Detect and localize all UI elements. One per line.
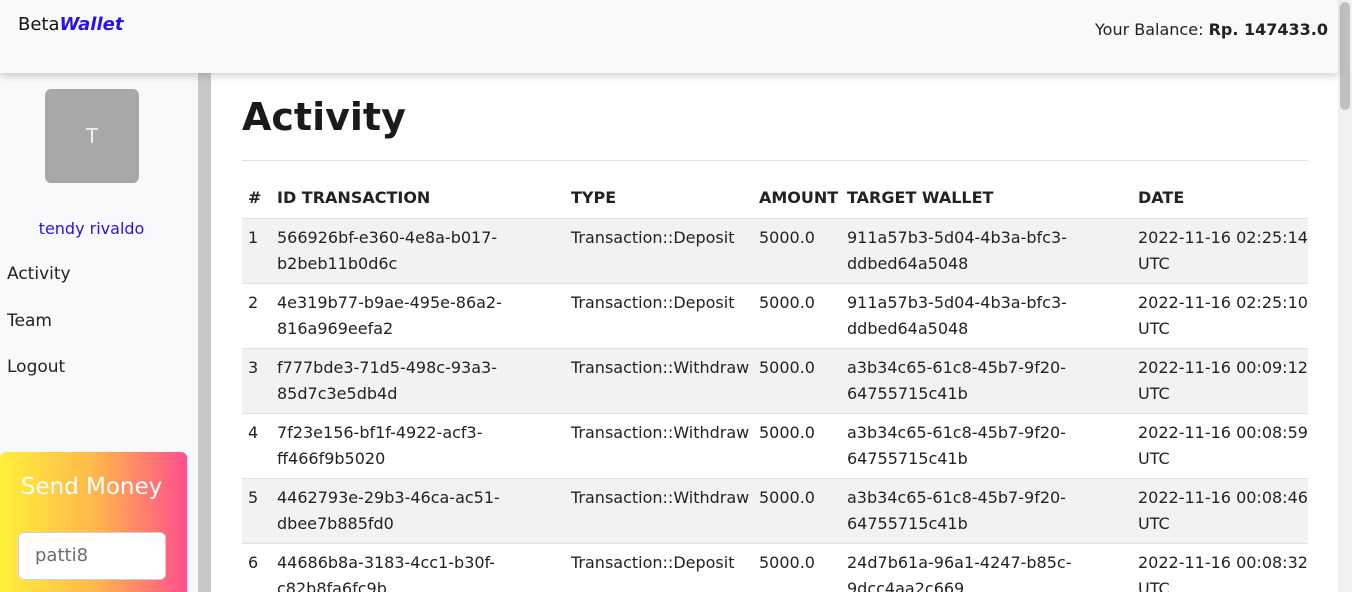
column-header-type: TYPE (565, 177, 753, 219)
table-row: 5 4462793e-29b3-46ca-ac51- dbee7b885fd0 T… (242, 478, 1308, 544)
table-row: 2 4e319b77-b9ae-495e-86a2- 816a969eefa2 T… (242, 283, 1308, 349)
transaction-id: 4462793e-29b3-46ca-ac51- dbee7b885fd0 (271, 478, 565, 544)
transaction-type: Transaction::Withdraw (565, 478, 753, 544)
row-number: 4 (242, 413, 271, 479)
column-header-target-wallet: TARGET WALLET (841, 177, 1132, 219)
avatar-initial: T (85, 124, 99, 148)
send-money-title: Send Money (20, 474, 163, 500)
target-wallet: a3b34c65-61c8-45b7-9f20- 64755715c41b (841, 413, 1132, 479)
send-money-input[interactable]: patti8 (18, 532, 166, 580)
brand-prefix: Beta (18, 14, 60, 35)
row-number: 3 (242, 348, 271, 414)
transaction-amount: 5000.0 (753, 413, 841, 479)
transaction-date: 2022-11-16 02:25:10 UTC (1132, 283, 1308, 349)
target-wallet: 911a57b3-5d04-4b3a-bfc3- ddbed64a5048 (841, 283, 1132, 349)
column-header-number: # (242, 177, 271, 219)
transaction-id: 566926bf-e360-4e8a-b017- b2beb11b0d6c (271, 218, 565, 284)
top-navbar: BetaWallet Your Balance: Rp. 147433.0 (0, 0, 1338, 73)
transaction-date: 2022-11-16 00:08:32 UTC (1132, 543, 1308, 592)
balance-value: Rp. 147433.0 (1208, 20, 1328, 39)
sidebar-item-activity[interactable]: Activity (7, 264, 71, 284)
transaction-type: Transaction::Deposit (565, 283, 753, 349)
transaction-amount: 5000.0 (753, 543, 841, 592)
column-header-date: DATE (1132, 177, 1308, 219)
transaction-type: Transaction::Deposit (565, 543, 753, 592)
transaction-amount: 5000.0 (753, 478, 841, 544)
column-header-id: ID TRANSACTION (271, 177, 565, 219)
transactions-table: # ID TRANSACTION TYPE AMOUNT TARGET WALL… (242, 177, 1308, 592)
transaction-date: 2022-11-16 00:08:46 UTC (1132, 478, 1308, 544)
transaction-id: 7f23e156-bf1f-4922-acf3- ff466f9b5020 (271, 413, 565, 479)
transaction-amount: 5000.0 (753, 218, 841, 284)
table-row: 1 566926bf-e360-4e8a-b017- b2beb11b0d6c T… (242, 218, 1308, 284)
target-wallet: a3b34c65-61c8-45b7-9f20- 64755715c41b (841, 348, 1132, 414)
transaction-date: 2022-11-16 00:09:12 UTC (1132, 348, 1308, 414)
balance-display: Your Balance: Rp. 147433.0 (1095, 20, 1328, 39)
transaction-type: Transaction::Withdraw (565, 413, 753, 479)
target-wallet: a3b34c65-61c8-45b7-9f20- 64755715c41b (841, 478, 1132, 544)
username-link[interactable]: tendy rivaldo (0, 219, 183, 238)
column-header-amount: AMOUNT (753, 177, 841, 219)
target-wallet: 911a57b3-5d04-4b3a-bfc3- ddbed64a5048 (841, 218, 1132, 284)
transaction-amount: 5000.0 (753, 283, 841, 349)
transaction-id: 4e319b77-b9ae-495e-86a2- 816a969eefa2 (271, 283, 565, 349)
brand-accent: Wallet (59, 14, 124, 35)
page-title: Activity (242, 95, 406, 139)
transaction-date: 2022-11-16 00:08:59 UTC (1132, 413, 1308, 479)
send-money-card: Send Money patti8 (0, 452, 187, 592)
transaction-id: 44686b8a-3183-4cc1-b30f-c82b8fa6fc9b (271, 543, 565, 592)
row-number: 5 (242, 478, 271, 544)
balance-label: Your Balance: (1095, 20, 1204, 39)
sidebar-item-logout[interactable]: Logout (7, 357, 65, 377)
table-row: 6 44686b8a-3183-4cc1-b30f-c82b8fa6fc9b T… (242, 543, 1308, 592)
transaction-id: f777bde3-71d5-498c-93a3- 85d7c3e5db4d (271, 348, 565, 414)
transaction-type: Transaction::Withdraw (565, 348, 753, 414)
row-number: 2 (242, 283, 271, 349)
row-number: 1 (242, 218, 271, 284)
scrollbar-thumb[interactable] (1340, 2, 1350, 110)
brand-logo[interactable]: BetaWallet (18, 14, 123, 35)
sidebar: T tendy rivaldo Activity Team Logout Sen… (0, 73, 198, 592)
avatar: T (45, 89, 139, 183)
page-scrollbar[interactable] (1338, 0, 1352, 592)
table-row: 4 7f23e156-bf1f-4922-acf3- ff466f9b5020 T… (242, 413, 1308, 479)
row-number: 6 (242, 543, 271, 592)
transaction-type: Transaction::Deposit (565, 218, 753, 284)
table-header-row: # ID TRANSACTION TYPE AMOUNT TARGET WALL… (242, 177, 1308, 219)
table-row: 3 f777bde3-71d5-498c-93a3- 85d7c3e5db4d T… (242, 348, 1308, 414)
divider (242, 160, 1308, 161)
sidebar-item-team[interactable]: Team (7, 311, 52, 331)
transaction-date: 2022-11-16 02:25:14 UTC (1132, 218, 1308, 284)
target-wallet: 24d7b61a-96a1-4247-b85c- 9dcc4aa2c669 (841, 543, 1132, 592)
sidebar-scrollbar[interactable] (198, 73, 211, 592)
transaction-amount: 5000.0 (753, 348, 841, 414)
